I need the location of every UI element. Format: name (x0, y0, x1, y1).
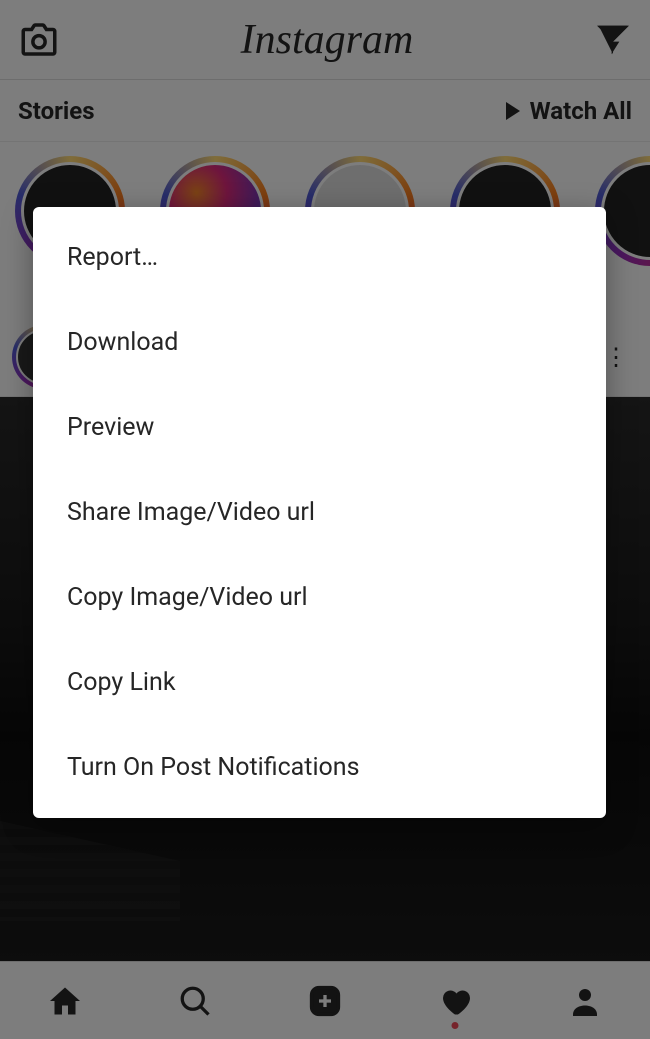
menu-report[interactable]: Report… (33, 215, 606, 300)
menu-copy-link[interactable]: Copy Link (33, 640, 606, 725)
menu-post-notifications[interactable]: Turn On Post Notifications (33, 725, 606, 810)
post-options-menu: Report… Download Preview Share Image/Vid… (33, 207, 606, 818)
menu-download[interactable]: Download (33, 300, 606, 385)
menu-share-url[interactable]: Share Image/Video url (33, 470, 606, 555)
menu-copy-url[interactable]: Copy Image/Video url (33, 555, 606, 640)
menu-preview[interactable]: Preview (33, 385, 606, 470)
